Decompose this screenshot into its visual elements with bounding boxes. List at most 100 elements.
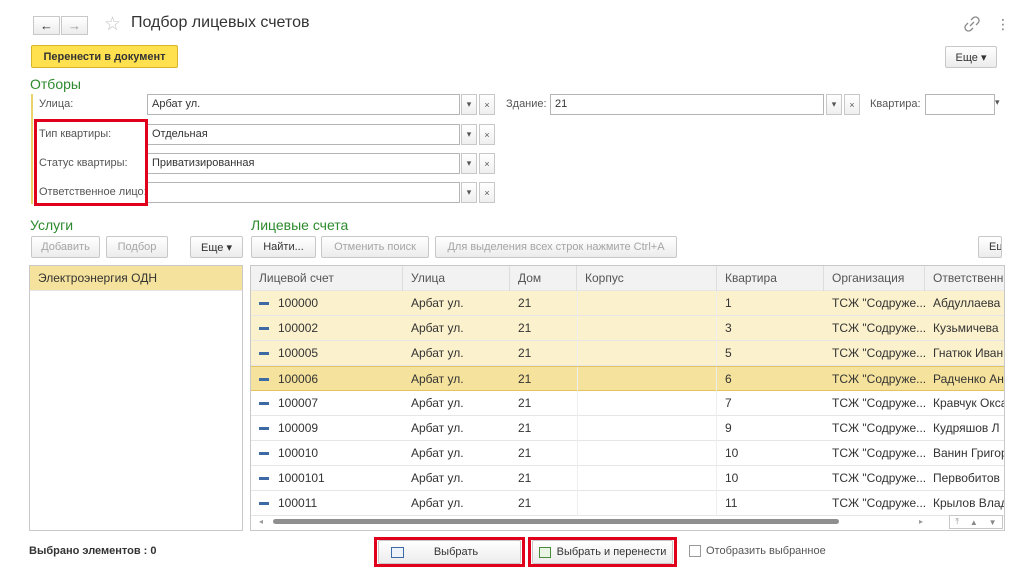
street-clear-icon[interactable]: × <box>479 94 495 115</box>
table-row[interactable]: 100002 Арбат ул. 21 3 ТСЖ "Содруже... Кузьмич… <box>251 316 1004 341</box>
cell-organization: ТСЖ "Содруже... <box>832 396 925 410</box>
cell-responsible: Ванин Григор <box>933 446 1005 460</box>
account-number: 100010 <box>278 446 319 460</box>
scroll-up-icon[interactable]: ▲ <box>970 518 978 527</box>
table-row[interactable]: 100010 Арбат ул. 21 10 ТСЖ "Содруже... Ванин … <box>251 441 1005 466</box>
table-row[interactable]: 1000101 Арбат ул. 21 10 ТСЖ "Содруже... Перво… <box>251 466 1004 491</box>
col-header-street[interactable]: Улица <box>403 266 510 291</box>
forward-button[interactable]: → <box>61 16 88 35</box>
table-row[interactable]: 100006 Арбат ул. 21 6 ТСЖ "Содруже... Радченк… <box>251 366 1004 392</box>
accounts-table[interactable]: Лицевой счет Улица Дом Корпус Квартира О… <box>250 265 1005 531</box>
apt-type-dropdown-icon[interactable]: ▾ <box>461 124 477 145</box>
apartment-field[interactable] <box>925 94 995 115</box>
responsible-dropdown-icon[interactable]: ▾ <box>461 182 477 203</box>
find-button[interactable]: Найти... <box>251 236 316 258</box>
cell-house: 21 <box>518 296 532 310</box>
star-icon[interactable]: ☆ <box>104 13 121 36</box>
table-row[interactable]: 100011 Арбат ул. 21 11 ТСЖ "Содруже... Крылов… <box>251 491 1004 516</box>
link-icon[interactable] <box>962 14 982 34</box>
cell-street: Арбат ул. <box>411 296 464 310</box>
cell-apartment: 1 <box>725 296 732 310</box>
cell-organization: ТСЖ "Содруже... <box>832 421 925 435</box>
cell-account: 100010 <box>251 441 403 466</box>
col-header-responsible[interactable]: Ответственн <box>925 266 1004 291</box>
horizontal-scrollbar[interactable]: ◂ ▸ <box>259 518 929 526</box>
apt-status-dropdown-icon[interactable]: ▾ <box>461 153 477 174</box>
cell-street: Арбат ул. <box>411 346 464 360</box>
street-field[interactable]: Арбат ул. <box>147 94 460 115</box>
cell-organization: ТСЖ "Содруже... <box>832 321 925 335</box>
row-navigation-controls[interactable]: ⤒ ▲ ▼ <box>949 515 1003 529</box>
account-row-icon <box>259 327 269 331</box>
cell-responsible: Радченко Ан <box>933 372 1004 386</box>
col-header-house[interactable]: Дом <box>510 266 577 291</box>
cell-organization: ТСЖ "Содруже... <box>832 446 925 460</box>
col-header-account[interactable]: Лицевой счет <box>251 266 403 291</box>
cell-responsible: Кудряшов Л <box>933 421 1000 435</box>
account-row-icon <box>259 378 269 382</box>
show-selected-checkbox[interactable] <box>689 545 701 557</box>
cell-building <box>577 416 717 441</box>
accounts-more-button[interactable]: Ец <box>978 236 1002 258</box>
apt-type-clear-icon[interactable]: × <box>479 124 495 145</box>
cell-house: 21 <box>518 396 532 410</box>
scrollbar-thumb[interactable] <box>273 519 839 524</box>
cell-street: Арбат ул. <box>411 321 464 335</box>
back-button[interactable]: ← <box>33 16 60 35</box>
select-all-hint-button[interactable]: Для выделения всех строк нажмите Ctrl+A <box>435 236 677 258</box>
street-dropdown-icon[interactable]: ▾ <box>461 94 477 115</box>
highlight-box-select <box>374 537 525 567</box>
cell-house: 21 <box>518 421 532 435</box>
street-label: Улица: <box>39 98 74 110</box>
responsible-field[interactable] <box>147 182 460 203</box>
col-header-organization[interactable]: Организация <box>824 266 925 291</box>
cell-building <box>577 341 717 366</box>
cell-responsible: Кузьмичева <box>933 321 999 335</box>
scroll-down-icon[interactable]: ▼ <box>989 518 997 527</box>
building-clear-icon[interactable]: × <box>844 94 860 115</box>
service-name: Электроэнергия ОДН <box>38 271 158 285</box>
apt-type-field[interactable]: Отдельная <box>147 124 460 145</box>
cell-apartment: 10 <box>725 446 739 460</box>
services-more-button[interactable]: Еще ▾ <box>190 236 243 258</box>
cell-account: 100000 <box>251 291 403 316</box>
apt-status-clear-icon[interactable]: × <box>479 153 495 174</box>
services-list[interactable]: Электроэнергия ОДН <box>29 265 243 531</box>
arrow-right-icon: → <box>68 18 81 33</box>
transfer-to-document-button[interactable]: Перенести в документ <box>31 45 178 68</box>
account-row-icon <box>259 477 269 481</box>
responsible-clear-icon[interactable]: × <box>479 182 495 203</box>
table-row[interactable]: 100009 Арбат ул. 21 9 ТСЖ "Содруже... Кудряшо… <box>251 416 1004 441</box>
cancel-search-button[interactable]: Отменить поиск <box>321 236 429 258</box>
account-row-icon <box>259 352 269 356</box>
col-header-building[interactable]: Корпус <box>577 266 717 291</box>
cell-street: Арбат ул. <box>411 471 464 485</box>
add-service-button[interactable]: Добавить <box>31 236 100 258</box>
cell-building <box>577 291 717 316</box>
table-row[interactable]: 100007 Арбат ул. 21 7 ТСЖ "Содруже... Кравчук… <box>251 391 1005 416</box>
scroll-right-icon[interactable]: ▸ <box>919 518 923 526</box>
account-number: 100000 <box>278 296 319 310</box>
cell-building <box>577 367 717 392</box>
cell-responsible: Кравчук Окса <box>933 396 1005 410</box>
apartment-dropdown-icon[interactable]: ▾ <box>995 97 1001 108</box>
table-row[interactable]: 100000 Арбат ул. 21 1 ТСЖ "Содруже... Абдулла… <box>251 291 1004 316</box>
more-menu-icon[interactable]: ⋮ <box>996 16 1010 33</box>
cell-building <box>577 466 717 491</box>
col-header-apartment[interactable]: Квартира <box>717 266 824 291</box>
cell-account: 100009 <box>251 416 403 441</box>
scroll-top-icon[interactable]: ⤒ <box>955 517 959 527</box>
list-item[interactable]: Электроэнергия ОДН <box>30 266 242 291</box>
cell-account: 100011 <box>251 491 403 516</box>
arrow-left-icon: ← <box>40 18 53 33</box>
cell-account: 100007 <box>251 391 403 416</box>
cell-responsible: Гнатюк Иван <box>933 346 1004 360</box>
scroll-left-icon[interactable]: ◂ <box>259 518 263 526</box>
pick-service-button[interactable]: Подбор <box>106 236 168 258</box>
building-dropdown-icon[interactable]: ▾ <box>826 94 842 115</box>
more-button[interactable]: Еще ▾ <box>945 46 997 68</box>
building-field[interactable]: 21 <box>550 94 824 115</box>
apt-status-field[interactable]: Приватизированная <box>147 153 460 174</box>
cell-organization: ТСЖ "Содруже... <box>832 471 925 485</box>
table-row[interactable]: 100005 Арбат ул. 21 5 ТСЖ "Содруже... Гнатюк … <box>251 341 1004 366</box>
